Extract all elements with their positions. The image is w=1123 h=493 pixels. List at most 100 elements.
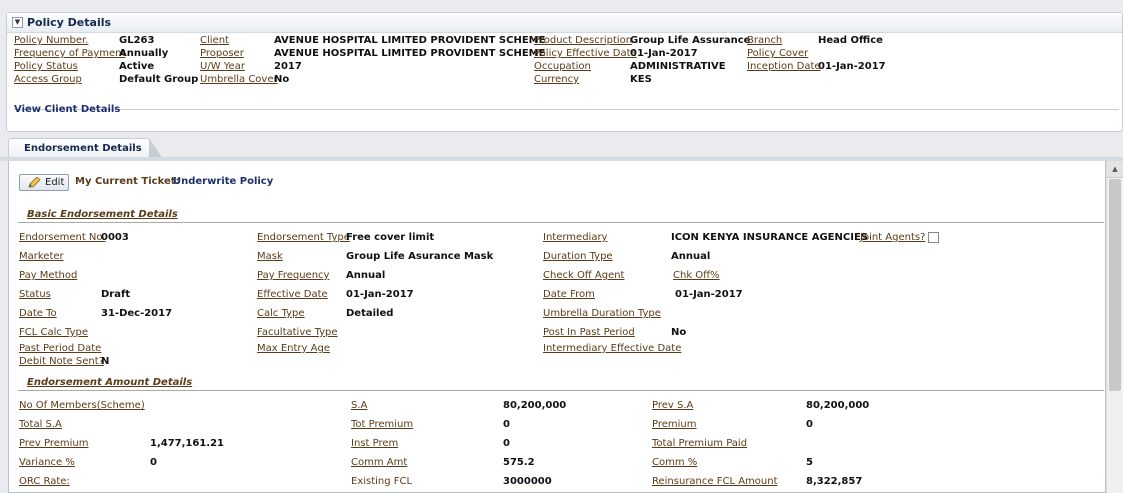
label-proposer: Proposer bbox=[200, 48, 244, 59]
vertical-scrollbar[interactable]: ▲ bbox=[1106, 161, 1123, 493]
label-post-in-past-period: Post In Past Period bbox=[543, 327, 635, 338]
label-effective-date: Effective Date bbox=[257, 289, 328, 300]
value-endorsement-type: Free cover limit bbox=[346, 232, 435, 243]
label-tot-premium: Tot Premium bbox=[351, 419, 414, 430]
label-currency: Currency bbox=[534, 74, 580, 85]
label-date-to: Date To bbox=[19, 308, 57, 319]
label-orc-rate: ORC Rate: bbox=[19, 476, 70, 487]
label-debit-note-sent: Debit Note Sent? bbox=[19, 356, 104, 367]
label-uw-year: U/W Year bbox=[200, 61, 245, 72]
amount-details-title: Endorsement Amount Details bbox=[27, 377, 193, 388]
label-past-period-date: Past Period Date bbox=[19, 343, 102, 354]
value-uw-year: 2017 bbox=[274, 61, 302, 72]
label-product-description: Product Description bbox=[534, 35, 633, 46]
collapse-chevron-icon[interactable]: ▼ bbox=[12, 17, 23, 28]
value-status: Draft bbox=[101, 289, 131, 300]
value-policy-status: Active bbox=[119, 61, 155, 72]
label-prev-sa: Prev S.A bbox=[652, 400, 694, 411]
value-pay-frequency: Annual bbox=[346, 270, 386, 281]
value-umbrella-cover: No bbox=[274, 74, 290, 85]
label-inst-prem: Inst Prem bbox=[351, 438, 399, 449]
label-comm-amt: Comm Amt bbox=[351, 457, 408, 468]
value-intermediary: ICON KENYA INSURANCE AGENCIES bbox=[671, 232, 868, 243]
value-effective-date: 01-Jan-2017 bbox=[346, 289, 414, 300]
value-inst-prem: 0 bbox=[503, 438, 510, 449]
label-policy-cover: Policy Cover bbox=[747, 48, 809, 59]
label-reinsurance-fcl-amount: Reinsurance FCL Amount bbox=[652, 476, 778, 487]
label-umbrella-cover: Umbrella Cover bbox=[200, 74, 278, 85]
value-tot-premium: 0 bbox=[503, 419, 510, 430]
value-product-description: Group Life Assurance bbox=[630, 35, 751, 46]
ticket-value: Underwrite Policy bbox=[173, 176, 274, 187]
value-policy-number: GL263 bbox=[119, 35, 155, 46]
value-debit-note-sent: N bbox=[101, 356, 110, 367]
label-mask: Mask bbox=[257, 251, 283, 262]
label-access-group: Access Group bbox=[14, 74, 82, 85]
policy-details-header: ▼ Policy Details bbox=[7, 13, 1122, 33]
value-comm-amt: 575.2 bbox=[503, 457, 535, 468]
label-marketer: Marketer bbox=[19, 251, 64, 262]
policy-details-panel: ▼ Policy Details bbox=[6, 12, 1123, 132]
value-client: AVENUE HOSPITAL LIMITED PROVIDENT SCHEME bbox=[274, 35, 546, 46]
value-prev-premium: 1,477,161.21 bbox=[150, 438, 225, 449]
label-max-entry-age: Max Entry Age bbox=[257, 343, 330, 354]
label-endorsement-type: Endorsement Type bbox=[257, 232, 350, 243]
pencil-icon bbox=[28, 177, 41, 188]
value-occupation: ADMINISTRATIVE bbox=[630, 61, 726, 72]
value-reinsurance-fcl-amount: 8,322,857 bbox=[806, 476, 863, 487]
value-prev-sa: 80,200,000 bbox=[806, 400, 870, 411]
label-frequency-of-payment: Frequency of Payment bbox=[14, 48, 126, 59]
edit-button-label: Edit bbox=[45, 177, 65, 188]
value-policy-effective-date: 01-Jan-2017 bbox=[630, 48, 698, 59]
view-client-details-link[interactable]: View Client Details bbox=[14, 104, 120, 115]
value-comm-pct: 5 bbox=[806, 457, 813, 468]
label-policy-status: Policy Status bbox=[14, 61, 78, 72]
label-prev-premium: Prev Premium bbox=[19, 438, 89, 449]
label-total-sa: Total S.A bbox=[19, 419, 62, 430]
tab-endorsement-details[interactable]: Endorsement Details bbox=[8, 138, 163, 159]
basic-endorsement-title: Basic Endorsement Details bbox=[27, 209, 178, 220]
value-date-from: 01-Jan-2017 bbox=[675, 289, 743, 300]
label-umbrella-duration-type: Umbrella Duration Type bbox=[543, 308, 661, 319]
value-variance: 0 bbox=[150, 457, 157, 468]
label-joint-agents: Joint Agents? bbox=[860, 232, 926, 243]
label-intermediary-effective-date: Intermediary Effective Date bbox=[543, 343, 682, 354]
joint-agents-checkbox[interactable] bbox=[928, 232, 939, 243]
value-branch: Head Office bbox=[818, 35, 883, 46]
label-date-from: Date From bbox=[543, 289, 595, 300]
value-proposer: AVENUE HOSPITAL LIMITED PROVIDENT SCHEME bbox=[274, 48, 546, 59]
label-existing-fcl: Existing FCL bbox=[351, 476, 413, 487]
value-date-to: 31-Dec-2017 bbox=[101, 308, 173, 319]
label-fcl-calc-type: FCL Calc Type bbox=[19, 327, 89, 338]
label-pay-method: Pay Method bbox=[19, 270, 78, 281]
label-calc-type: Calc Type bbox=[257, 308, 305, 319]
edit-button[interactable]: Edit bbox=[19, 174, 69, 191]
section-divider bbox=[18, 390, 1104, 391]
divider bbox=[14, 109, 1119, 110]
value-frequency-of-payment: Annually bbox=[119, 48, 169, 59]
label-inception-date: Inception Date bbox=[747, 61, 821, 72]
value-access-group: Default Group bbox=[119, 74, 199, 85]
label-chk-off: Chk Off% bbox=[673, 270, 720, 281]
label-sa: S.A bbox=[351, 400, 368, 411]
label-check-off-agent: Check Off Agent bbox=[543, 270, 625, 281]
label-occupation: Occupation bbox=[534, 61, 591, 72]
tab-label: Endorsement Details bbox=[24, 143, 142, 154]
label-total-premium-paid: Total Premium Paid bbox=[652, 438, 748, 449]
policy-details-title: Policy Details bbox=[27, 16, 112, 29]
value-currency: KES bbox=[630, 74, 652, 85]
label-duration-type: Duration Type bbox=[543, 251, 613, 262]
label-facultative-type: Facultative Type bbox=[257, 327, 338, 338]
scroll-thumb[interactable] bbox=[1109, 179, 1121, 391]
value-post-in-past-period: No bbox=[671, 327, 687, 338]
label-policy-number: Policy Number. bbox=[14, 35, 89, 46]
scroll-up-arrow-icon[interactable]: ▲ bbox=[1107, 161, 1123, 178]
label-policy-effective-date: Policy Effective Date bbox=[534, 48, 637, 59]
label-client: Client bbox=[200, 35, 229, 46]
value-existing-fcl: 3000000 bbox=[503, 476, 552, 487]
value-mask: Group Life Asurance Mask bbox=[346, 251, 494, 262]
ticket-label: My Current Ticket: bbox=[75, 176, 180, 187]
label-status: Status bbox=[19, 289, 51, 300]
label-branch: Branch bbox=[747, 35, 783, 46]
value-inception-date: 01-Jan-2017 bbox=[818, 61, 886, 72]
